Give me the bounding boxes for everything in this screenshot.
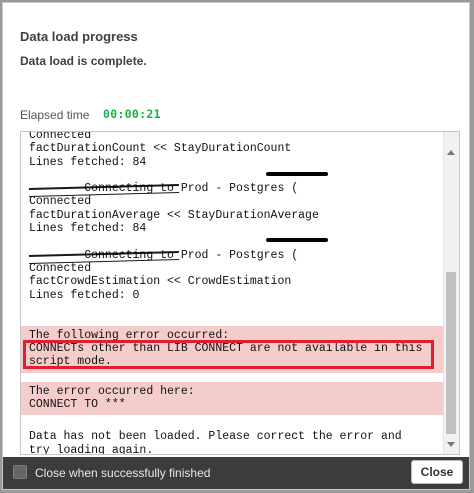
error-message-line: script mode. [29, 355, 112, 369]
log-line: Lines fetched: 84 [29, 155, 147, 169]
log-line-with-redaction: Connecting to Prod - Postgres ( [21, 169, 443, 195]
close-when-finished-label[interactable]: Close when successfully finished [35, 466, 210, 480]
log-line: Connected [29, 131, 92, 142]
scroll-down-arrow-icon[interactable] [447, 442, 455, 447]
dialog-title: Data load progress [20, 29, 138, 44]
data-load-progress-dialog: Data load progress Data load is complete… [2, 2, 470, 490]
load-status: Data load is complete. [20, 54, 147, 68]
log-line-with-redaction: Connecting to Prod - Postgres ( [21, 235, 443, 262]
error-message-line: CONNECTs other than LIB CONNECT are not … [29, 342, 423, 356]
log-line: Lines fetched: 84 [29, 222, 147, 236]
scroll-up-arrow-icon[interactable] [447, 150, 455, 155]
error-heading: The following error occurred: [29, 328, 230, 342]
log-scrollbar[interactable] [443, 132, 459, 454]
error-location-statement: CONNECT TO *** [29, 398, 126, 412]
error-location-heading: The error occurred here: [29, 384, 195, 398]
error-block: The following error occurred: CONNECTs o… [21, 325, 443, 373]
script-log-panel[interactable]: Connected factDurationCount << StayDurat… [20, 131, 460, 455]
close-when-finished-checkbox[interactable] [13, 465, 27, 479]
log-line-redacted [21, 249, 443, 264]
log-line: Lines fetched: 0 [29, 288, 140, 302]
log-line: factCrowdEstimation << CrowdEstimation [29, 275, 292, 289]
log-line: Connected [29, 195, 92, 209]
log-line: factDurationCount << StayDurationCount [29, 142, 292, 156]
log-line-redacted [21, 182, 443, 198]
elapsed-time-value: 00:00:21 [103, 107, 161, 121]
elapsed-time-label: Elapsed time [20, 108, 90, 122]
log-line: factDurationAverage << StayDurationAvera… [29, 208, 319, 222]
dialog-footer: Close when successfully finished Close [3, 457, 469, 489]
final-message-line: try loading again. [29, 443, 154, 455]
redaction-mark [266, 171, 328, 176]
error-location-block: The error occurred here: CONNECT TO *** [21, 381, 443, 416]
close-button[interactable]: Close [411, 460, 463, 484]
redaction-mark [266, 238, 328, 243]
scroll-thumb[interactable] [446, 272, 456, 434]
final-message-line: Data has not been loaded. Please correct… [29, 430, 402, 444]
script-log-content: Connected factDurationCount << StayDurat… [21, 131, 443, 455]
log-line: Connected [29, 261, 92, 275]
